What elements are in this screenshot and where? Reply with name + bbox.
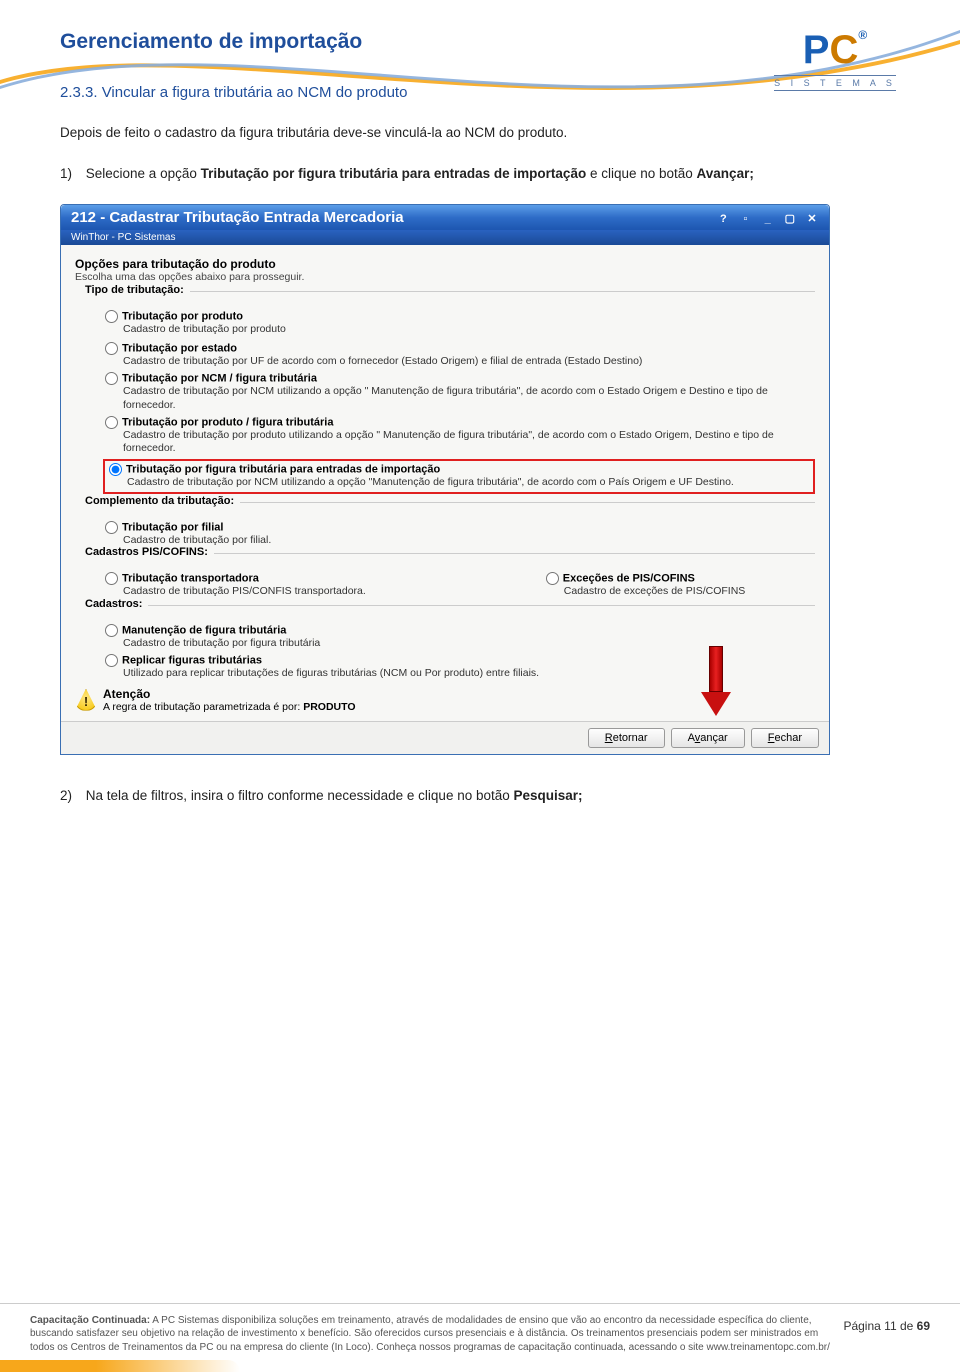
radio-transportadora[interactable]: Tributação transportadora Cadastro de tr…	[105, 572, 366, 598]
restore-icon[interactable]: ▫	[738, 212, 752, 226]
options-subheading: Escolha uma das opções abaixo para pross…	[75, 271, 815, 283]
red-arrow-indicator	[701, 646, 731, 716]
radio-por-estado[interactable]: Tributação por estado Cadastro de tribut…	[105, 342, 815, 368]
button-row: Retornar Avançar Fechar	[61, 721, 829, 754]
group-complemento: Complemento da tributação:	[85, 502, 815, 517]
app-window: 212 - Cadastrar Tributação Entrada Merca…	[60, 204, 830, 754]
warning-icon	[75, 689, 97, 711]
titlebar: 212 - Cadastrar Tributação Entrada Merca…	[61, 205, 829, 230]
intro-paragraph: Depois de feito o cadastro da figura tri…	[60, 123, 900, 143]
radio-por-filial[interactable]: Tributação por filial Cadastro de tribut…	[105, 521, 815, 547]
highlighted-radio: Tributação por figura tributária para en…	[103, 459, 815, 494]
group-pis-cofins: Cadastros PIS/COFINS:	[85, 553, 815, 568]
group-tipo-tributacao: Tipo de tributação:	[85, 291, 815, 306]
radio-por-ncm-figura[interactable]: Tributação por NCM / figura tributária C…	[105, 372, 815, 411]
radio-figura-importacao[interactable]: Tributação por figura tributária para en…	[109, 463, 809, 489]
pc-logo: PC® S I S T E M A S	[770, 28, 900, 91]
retornar-button[interactable]: Retornar	[588, 728, 665, 748]
help-icon[interactable]: ?	[716, 212, 730, 226]
page-number: Página 11 de 69	[843, 1318, 930, 1334]
step-2: 2) Na tela de filtros, insira o filtro c…	[60, 785, 900, 808]
options-heading: Opções para tributação do produto	[75, 257, 815, 271]
window-title: 212 - Cadastrar Tributação Entrada Merca…	[71, 209, 404, 226]
group-cadastros: Cadastros:	[85, 605, 815, 620]
footer: Página 11 de 69 Capacitação Continuada: …	[0, 1303, 960, 1372]
step-1: 1) Selecione a opção Tributação por figu…	[60, 163, 900, 186]
footer-accent-bar	[0, 1360, 240, 1372]
window-subtitle: WinThor - PC Sistemas	[61, 230, 829, 245]
minimize-icon[interactable]: _	[761, 212, 775, 226]
maximize-icon[interactable]: ▢	[783, 212, 797, 226]
fechar-button[interactable]: Fechar	[751, 728, 819, 748]
radio-por-produto[interactable]: Tributação por produto Cadastro de tribu…	[105, 310, 815, 336]
radio-excecoes-pis[interactable]: Exceções de PIS/COFINS Cadastro de exceç…	[546, 572, 746, 598]
avancar-button[interactable]: Avançar	[671, 728, 745, 748]
radio-por-produto-figura[interactable]: Tributação por produto / figura tributár…	[105, 416, 815, 455]
close-icon[interactable]: ✕	[805, 212, 819, 226]
